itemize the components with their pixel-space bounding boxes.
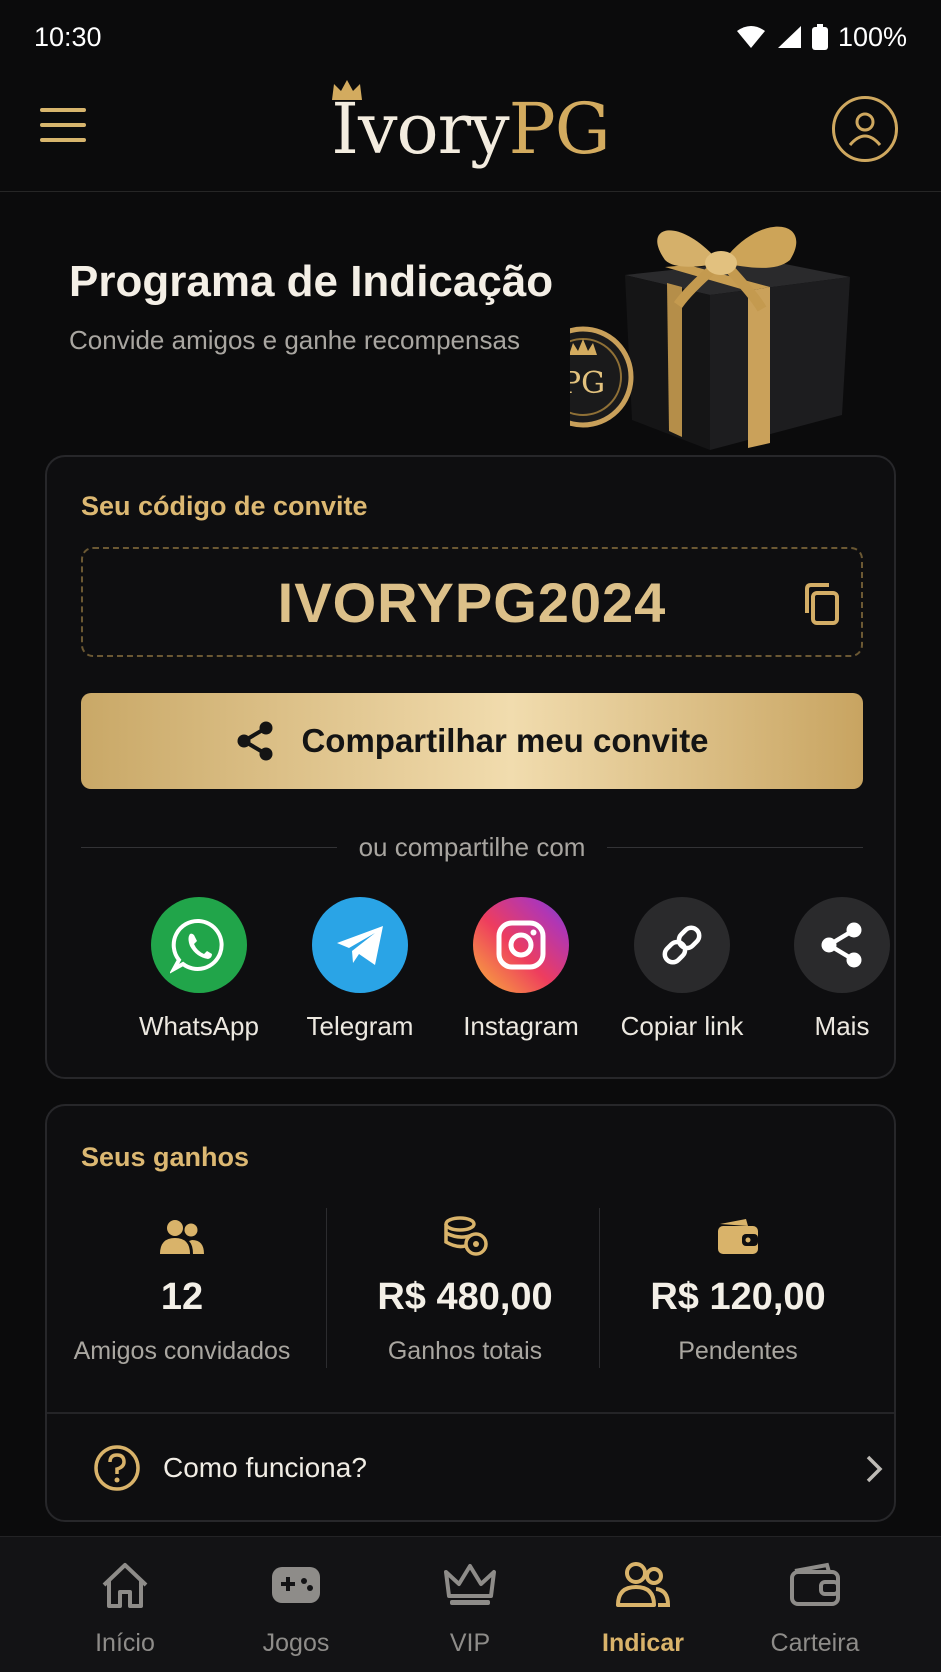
- stat-divider: [326, 1208, 327, 1368]
- how-it-works-row[interactable]: Como funciona?: [47, 1412, 894, 1522]
- nav-label: Carteira: [770, 1629, 860, 1657]
- stat-value: 12: [160, 1276, 204, 1318]
- share-option-label: Instagram: [463, 1011, 579, 1041]
- wifi-icon: [736, 26, 765, 48]
- nav-label: Indicar: [602, 1629, 684, 1657]
- stat-pending: R$ 120,00 Pendentes: [603, 1206, 873, 1366]
- share-option-label: WhatsApp: [139, 1011, 259, 1041]
- page-subtitle: Convide amigos e ganhe recompensas: [69, 325, 520, 355]
- copy-link-button[interactable]: Copiar link: [602, 897, 762, 1042]
- app-logo[interactable]: IvoryPG: [0, 84, 941, 174]
- share-option-label: Copiar link: [620, 1011, 744, 1041]
- share-more-button[interactable]: Mais: [762, 897, 922, 1042]
- nav-item-indicar[interactable]: Indicar: [568, 1557, 718, 1658]
- share-icon: [821, 922, 862, 968]
- instagram-icon: [496, 920, 546, 970]
- how-it-works-label: Como funciona?: [163, 1452, 367, 1483]
- wallet-icon: [718, 1219, 758, 1254]
- earnings-label: Seus ganhos: [81, 1142, 250, 1172]
- crown-icon: [444, 1564, 496, 1605]
- wallet-icon: [790, 1562, 840, 1606]
- stat-caption: Ganhos totais: [387, 1337, 543, 1365]
- nav-item-inicio[interactable]: Início: [50, 1557, 200, 1658]
- telegram-icon: [337, 926, 383, 965]
- help-icon: [94, 1445, 140, 1491]
- invite-code-label: Seu código de convite: [81, 491, 368, 521]
- invite-code-box[interactable]: IVORYPG2024: [81, 547, 863, 657]
- stat-invited-friends: 12 Amigos convidados: [47, 1206, 317, 1366]
- share-icon: [237, 721, 273, 761]
- nav-item-vip[interactable]: VIP: [395, 1557, 545, 1658]
- share-whatsapp-button[interactable]: WhatsApp: [119, 897, 279, 1042]
- share-instagram-button[interactable]: Instagram: [441, 897, 601, 1042]
- hero-banner: Programa de Indicação Convide amigos e g…: [0, 193, 941, 453]
- app-header: IvoryPG: [0, 74, 941, 192]
- nav-item-jogos[interactable]: Jogos: [221, 1557, 371, 1658]
- gift-box-icon: PG: [570, 226, 850, 450]
- stat-value: R$ 120,00: [650, 1276, 826, 1318]
- share-invite-button[interactable]: Compartilhar meu convite: [81, 693, 863, 789]
- stat-caption: Amigos convidados: [73, 1337, 291, 1365]
- share-options: WhatsApp Telegram Instagram Copiar link …: [47, 897, 898, 1057]
- nav-label: Início: [95, 1629, 155, 1657]
- logo-main-text: Ivory: [331, 88, 509, 170]
- status-time: 10:30: [34, 21, 102, 52]
- stat-caption: Pendentes: [678, 1337, 798, 1365]
- user-icon: [848, 112, 882, 146]
- whatsapp-icon: [170, 918, 224, 974]
- invite-code: IVORYPG2024: [277, 570, 667, 634]
- battery-icon: [811, 24, 828, 50]
- earnings-card: Seus ganhos 12 Amigos convidados R$ 480,…: [45, 1104, 896, 1522]
- link-icon: [662, 925, 702, 965]
- share-option-label: Telegram: [306, 1011, 414, 1041]
- share-telegram-button[interactable]: Telegram: [280, 897, 440, 1042]
- coins-icon: [444, 1216, 488, 1256]
- share-option-label: Mais: [814, 1011, 870, 1041]
- nav-label: Jogos: [262, 1629, 330, 1657]
- nav-item-carteira[interactable]: Carteira: [740, 1557, 890, 1658]
- share-divider: ou compartilhe com: [81, 827, 864, 867]
- signal-icon: [777, 26, 801, 48]
- coin-badge-text: PG: [570, 366, 605, 401]
- page-title: Programa de Indicação: [69, 257, 554, 306]
- stat-total-earnings: R$ 480,00 Ganhos totais: [330, 1206, 600, 1366]
- stat-value: R$ 480,00: [377, 1276, 553, 1318]
- share-invite-label: Compartilhar meu convite: [301, 722, 709, 759]
- profile-button[interactable]: [832, 96, 898, 162]
- chevron-right-icon: [866, 1455, 883, 1483]
- battery-level: 100%: [837, 21, 907, 52]
- copy-icon[interactable]: [801, 581, 841, 627]
- logo-accent-text: PG: [508, 88, 611, 170]
- status-icons: 100%: [736, 22, 907, 53]
- home-icon: [102, 1563, 148, 1608]
- invite-card: Seu código de convite IVORYPG2024 Compar…: [45, 455, 896, 1079]
- status-bar: 10:30 100%: [0, 0, 941, 74]
- share-divider-text: ou compartilhe com: [358, 831, 586, 862]
- users-icon: [160, 1220, 204, 1254]
- nav-label: VIP: [449, 1629, 491, 1657]
- bottom-nav: Início Jogos VIP Indicar Carteira: [0, 1536, 941, 1672]
- gamepad-icon: [272, 1567, 320, 1603]
- referral-icon: [616, 1562, 671, 1607]
- stat-divider: [599, 1208, 600, 1368]
